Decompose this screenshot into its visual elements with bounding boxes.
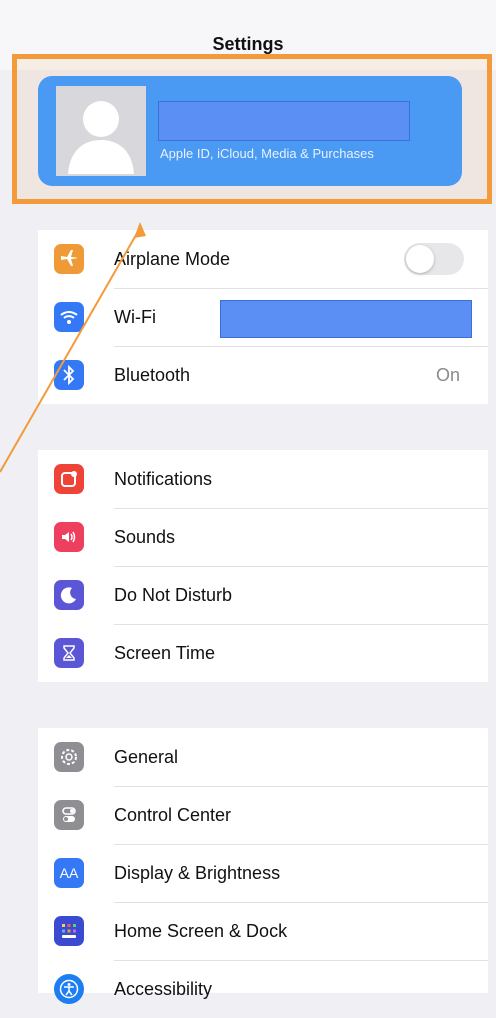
airplane-mode-row[interactable]: Airplane Mode (38, 230, 488, 288)
bluetooth-status: On (435, 364, 460, 385)
accessibility-row[interactable]: Accessibility (38, 960, 488, 1018)
control-center-label: Control Center (114, 804, 232, 825)
display-brightness-row[interactable]: AA Display & Brightness (38, 844, 488, 902)
notifications-row[interactable]: Notifications (38, 450, 488, 508)
general-label: General (114, 746, 179, 767)
text-size-icon: AA (54, 858, 84, 888)
general-row[interactable]: General (38, 728, 488, 786)
wifi-icon (54, 302, 84, 332)
avatar (56, 86, 146, 176)
sounds-label: Sounds (114, 526, 176, 547)
accessibility-label: Accessibility (114, 978, 213, 999)
accessibility-icon (54, 974, 84, 1004)
control-center-row[interactable]: Control Center (38, 786, 488, 844)
general-group: General Control Center AA Display & Brig… (38, 728, 488, 1004)
airplane-icon (54, 244, 84, 274)
notifications-icon (54, 464, 84, 494)
home-screen-dock-label: Home Screen & Dock (114, 920, 288, 941)
apple-id-profile-row[interactable]: Apple ID, iCloud, Media & Purchases (38, 76, 462, 186)
airplane-mode-label: Airplane Mode (114, 248, 231, 269)
wifi-label: Wi-Fi (114, 306, 156, 327)
screen-time-label: Screen Time (114, 642, 216, 663)
hourglass-icon (54, 638, 84, 668)
notifications-label: Notifications (114, 468, 213, 489)
person-icon (68, 101, 134, 174)
do-not-disturb-label: Do Not Disturb (114, 584, 233, 605)
sounds-row[interactable]: Sounds (38, 508, 488, 566)
page-title: Settings (212, 34, 284, 54)
gear-icon (54, 742, 84, 772)
bluetooth-label: Bluetooth (114, 364, 191, 385)
wifi-row[interactable]: Wi-Fi (38, 288, 488, 346)
grid-icon (54, 916, 84, 946)
connectivity-group: Airplane Mode Wi-Fi Bluetooth On (38, 230, 488, 404)
toggles-icon (54, 800, 84, 830)
notifications-group: Notifications Sounds Do Not Disturb Scre… (38, 450, 488, 682)
do-not-disturb-row[interactable]: Do Not Disturb (38, 566, 488, 624)
home-screen-dock-row[interactable]: Home Screen & Dock (38, 902, 488, 960)
screen-time-row[interactable]: Screen Time (38, 624, 488, 682)
speaker-icon (54, 522, 84, 552)
redacted-network-name (220, 300, 472, 338)
moon-icon (54, 580, 84, 610)
airplane-mode-toggle[interactable] (404, 243, 464, 275)
display-brightness-label: Display & Brightness (114, 862, 281, 883)
redacted-name (158, 101, 410, 141)
profile-subtitle: Apple ID, iCloud, Media & Purchases (160, 146, 374, 161)
bluetooth-row[interactable]: Bluetooth On (38, 346, 488, 404)
bluetooth-icon (54, 360, 84, 390)
